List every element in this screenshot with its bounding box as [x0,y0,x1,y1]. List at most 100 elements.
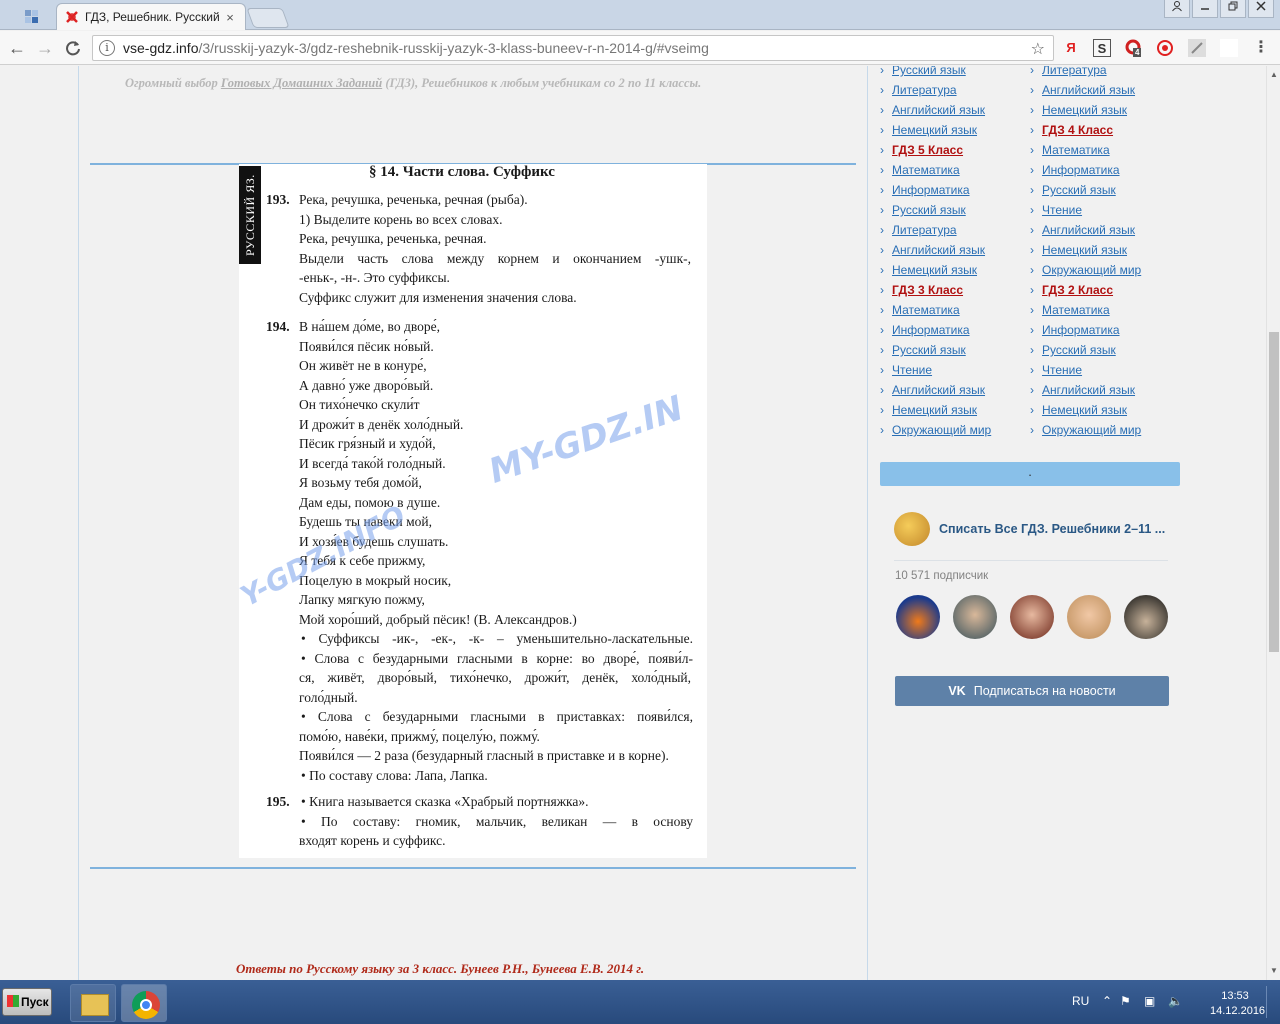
bookmark-star-icon[interactable]: ☆ [1031,39,1045,59]
sidebar-link[interactable]: Немецкий язык [1042,103,1127,117]
sidebar-link[interactable]: Математика [892,303,960,317]
sidebar-link[interactable]: ГДЗ 2 Класс [1042,283,1113,297]
sidebar-link-item[interactable]: › Чтение [880,360,991,380]
taskbar-chrome[interactable] [121,984,167,1022]
sidebar-link-item[interactable]: › Русский язык [880,66,991,80]
tab-close-icon[interactable]: × [223,10,237,25]
vk-group-avatar[interactable] [894,512,930,546]
tab-active[interactable]: ГДЗ, Решебник. Русский я × [56,3,246,30]
sidebar-link-item[interactable]: › Английский язык [880,240,991,260]
sidebar-link-item[interactable]: › Литература [880,80,991,100]
start-button[interactable]: Пуск [2,988,52,1016]
close-window-button[interactable] [1248,0,1274,18]
sidebar-link-item[interactable]: › Информатика [880,180,991,200]
sidebar-link[interactable]: Немецкий язык [892,263,977,277]
address-bar[interactable]: i vse-gdz.info/3/russkij-yazyk-3/gdz-res… [92,35,1054,61]
sidebar-link[interactable]: Английский язык [1042,383,1135,397]
sidebar-link-item[interactable]: › Немецкий язык [880,400,991,420]
sidebar-link[interactable]: ГДЗ 3 Класс [892,283,963,297]
sidebar-link[interactable]: Математика [1042,303,1110,317]
sidebar-link-item[interactable]: › Русский язык [1030,340,1141,360]
sidebar-link-item[interactable]: › Информатика [1030,320,1141,340]
sidebar-link-item[interactable]: › Немецкий язык [880,120,991,140]
subscriber-avatar[interactable] [1010,595,1054,639]
sidebar-link-item[interactable]: › Английский язык [880,380,991,400]
sidebar-link[interactable]: Русский язык [892,203,966,217]
sidebar-link[interactable]: Русский язык [1042,183,1116,197]
sidebar-link[interactable]: Чтение [892,363,932,377]
restore-button[interactable] [1220,0,1246,18]
sidebar-link-item[interactable]: › ГДЗ 4 Класс [1030,120,1141,140]
sidebar-link[interactable]: Математика [892,163,960,177]
show-desktop-button[interactable] [1266,986,1278,1018]
sidebar-link-item[interactable]: › Окружающий мир [1030,420,1141,440]
sidebar-link-item[interactable]: › Математика [880,300,991,320]
language-indicator[interactable]: RU [1072,994,1089,1008]
sidebar-link[interactable]: Английский язык [1042,223,1135,237]
sidebar-link-item[interactable]: › Английский язык [1030,220,1141,240]
scroll-up-arrow-icon[interactable]: ▲ [1267,68,1280,82]
sidebar-link[interactable]: Английский язык [892,383,985,397]
sidebar-link[interactable]: Немецкий язык [1042,243,1127,257]
sidebar-link-item[interactable]: › Окружающий мир [1030,260,1141,280]
sidebar-link[interactable]: Информатика [1042,163,1120,177]
sidebar-link[interactable]: Немецкий язык [892,403,977,417]
tray-expand-icon[interactable]: ⌃ [1102,994,1112,1008]
subscriber-avatar[interactable] [1067,595,1111,639]
sidebar-link[interactable]: Английский язык [892,243,985,257]
action-center-icon[interactable]: ⚑ [1120,994,1131,1008]
sidebar-link[interactable]: Литература [892,83,957,97]
sidebar-link[interactable]: Чтение [1042,203,1082,217]
reload-button[interactable] [62,37,84,59]
sidebar-link-item[interactable]: › ГДЗ 3 Класс [880,280,991,300]
sidebar-link[interactable]: Немецкий язык [1042,403,1127,417]
pen-extension-icon[interactable] [1188,39,1206,57]
user-profile-icon[interactable] [1164,0,1190,18]
sidebar-link-item[interactable]: › Математика [1030,300,1141,320]
vk-group-name[interactable]: Списать Все ГДЗ. Решебники 2–11 ... [939,522,1165,536]
sidebar-link-item[interactable]: › Литература [1030,66,1141,80]
sidebar-link[interactable]: Литература [1042,66,1107,77]
sidebar-link-item[interactable]: › Русский язык [880,340,991,360]
sidebar-link-item[interactable]: › Немецкий язык [1030,100,1141,120]
minimize-button[interactable] [1192,0,1218,18]
sidebar-link-item[interactable]: › Английский язык [1030,80,1141,100]
forward-button[interactable]: → [34,37,56,59]
target-extension-icon[interactable] [1156,39,1174,57]
network-icon[interactable]: ▣ [1144,994,1155,1008]
volume-icon[interactable]: 🔈 [1168,994,1183,1008]
sidebar-link[interactable]: Немецкий язык [892,123,977,137]
sidebar-link[interactable]: Русский язык [1042,343,1116,357]
sidebar-link[interactable]: Окружающий мир [1042,423,1141,437]
sidebar-link[interactable]: ГДЗ 4 Класс [1042,123,1113,137]
taskbar-explorer[interactable] [70,984,116,1022]
sidebar-link-item[interactable]: › Информатика [1030,160,1141,180]
window-app-icon[interactable] [8,4,54,28]
sidebar-link-item[interactable]: › Немецкий язык [1030,240,1141,260]
sidebar-link[interactable]: Русский язык [892,66,966,77]
scroll-down-arrow-icon[interactable]: ▼ [1267,964,1280,978]
sidebar-link[interactable]: Английский язык [892,103,985,117]
sidebar-link-item[interactable]: › Математика [1030,140,1141,160]
sidebar-link-item[interactable]: › Немецкий язык [1030,400,1141,420]
sidebar-link[interactable]: Английский язык [1042,83,1135,97]
page-scrollbar[interactable]: ▲ ▼ [1266,66,1280,980]
sidebar-link[interactable]: Русский язык [892,343,966,357]
sidebar-link-item[interactable]: › Русский язык [1030,180,1141,200]
sidebar-link[interactable]: Литература [892,223,957,237]
sidebar-link-item[interactable]: › Английский язык [880,100,991,120]
sidebar-link[interactable]: Окружающий мир [892,423,991,437]
sidebar-link-item[interactable]: › Математика [880,160,991,180]
scroll-thumb[interactable] [1269,332,1279,652]
site-info-icon[interactable]: i [99,40,115,56]
sidebar-link[interactable]: ГДЗ 5 Класс [892,143,963,157]
sidebar-link-item[interactable]: › Английский язык [1030,380,1141,400]
sidebar-link[interactable]: Информатика [892,183,970,197]
vk-subscribe-button[interactable]: VK Подписаться на новости [895,676,1169,706]
sidebar-link[interactable]: Информатика [892,323,970,337]
blank-extension-icon[interactable] [1220,39,1238,57]
sidebar-link-item[interactable]: › Чтение [1030,200,1141,220]
opera-extension-icon[interactable]: 4 [1124,39,1142,57]
browser-menu-icon[interactable]: ⋮ [1252,39,1270,57]
sidebar-link[interactable]: Чтение [1042,363,1082,377]
